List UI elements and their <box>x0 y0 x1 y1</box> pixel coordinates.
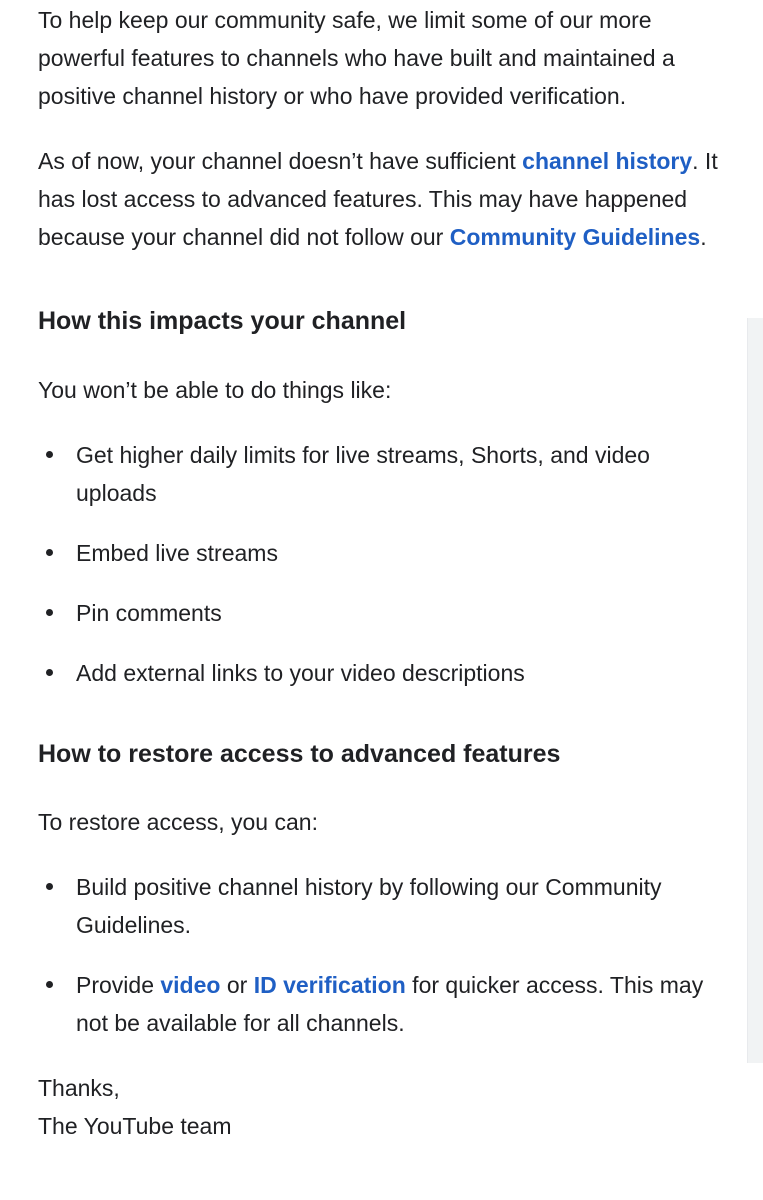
signoff-thanks: Thanks, <box>38 1075 120 1101</box>
signoff: Thanks, The YouTube team <box>38 1069 728 1145</box>
list-item-text-start: Provide <box>76 972 161 998</box>
list-item-text: Get higher daily limits for live streams… <box>76 442 650 506</box>
intro-paragraph-2: As of now, your channel doesn’t have suf… <box>38 142 728 256</box>
list-item-text: Build positive channel history by follow… <box>76 874 662 938</box>
channel-history-link[interactable]: channel history <box>522 148 692 174</box>
video-verification-link[interactable]: video <box>160 972 220 998</box>
impacts-heading: How this impacts your channel <box>38 307 407 335</box>
bullet-icon <box>46 883 53 890</box>
scrollbar[interactable] <box>747 318 763 1063</box>
list-item-text: Add external links to your video descrip… <box>76 660 525 686</box>
bullet-icon <box>46 609 53 616</box>
bullet-icon <box>46 451 53 458</box>
restore-heading: How to restore access to advanced featur… <box>38 740 561 768</box>
id-verification-link[interactable]: ID verification <box>254 972 406 998</box>
list-item: Build positive channel history by follow… <box>38 868 728 944</box>
bullet-icon <box>46 549 53 556</box>
community-guidelines-link[interactable]: Community Guidelines <box>450 224 700 250</box>
impacts-list: Get higher daily limits for live streams… <box>38 436 728 692</box>
list-item: Provide video or ID verification for qui… <box>38 966 728 1042</box>
intro-paragraph-2-text-end: . <box>700 224 707 250</box>
bullet-icon <box>46 669 53 676</box>
list-item-text-middle: or <box>220 972 254 998</box>
signoff-team: The YouTube team <box>38 1113 232 1139</box>
list-item: Embed live streams <box>38 534 728 572</box>
list-item: Add external links to your video descrip… <box>38 654 728 692</box>
intro-paragraph-2-text-start: As of now, your channel doesn’t have suf… <box>38 148 523 174</box>
bullet-icon <box>46 981 53 988</box>
email-body: To help keep our community safe, we limi… <box>38 0 728 1145</box>
restore-list: Build positive channel history by follow… <box>38 868 728 1042</box>
list-item: Pin comments <box>38 594 728 632</box>
impacts-intro: You won’t be able to do things like: <box>38 377 392 403</box>
intro-paragraph-1: To help keep our community safe, we limi… <box>38 7 675 109</box>
list-item: Get higher daily limits for live streams… <box>38 436 728 512</box>
list-item-text: Embed live streams <box>76 540 278 566</box>
list-item-text: Pin comments <box>76 600 222 626</box>
restore-intro: To restore access, you can: <box>38 809 318 835</box>
